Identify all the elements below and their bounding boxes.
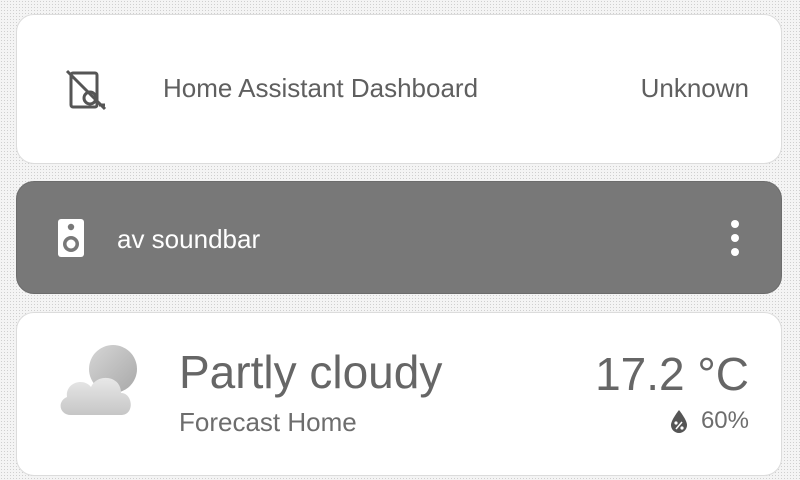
more-vertical-icon[interactable]: [727, 218, 743, 258]
water-percent-icon: [670, 410, 687, 433]
speaker-icon: [57, 218, 85, 258]
media-player-name: av soundbar: [117, 224, 261, 254]
weather-condition: Partly cloudy: [179, 346, 443, 398]
sensor-name: Home Assistant Dashboard: [163, 73, 479, 103]
weather-temperature: 17.2 °C: [595, 348, 749, 400]
weather-forecast-card[interactable]: Partly cloudy Forecast Home 17.2 °C 60%: [16, 312, 782, 476]
media-player-card[interactable]: av soundbar: [16, 181, 782, 294]
sensor-state: Unknown: [640, 73, 749, 103]
sensor-card[interactable]: Home Assistant Dashboard Unknown: [16, 14, 782, 164]
weather-location: Forecast Home: [179, 407, 357, 437]
weather-humidity: 60%: [669, 407, 749, 435]
humidity-value: 60%: [700, 407, 749, 434]
partly-cloudy-icon: [55, 343, 151, 423]
dashboard-off-icon: [63, 67, 109, 113]
